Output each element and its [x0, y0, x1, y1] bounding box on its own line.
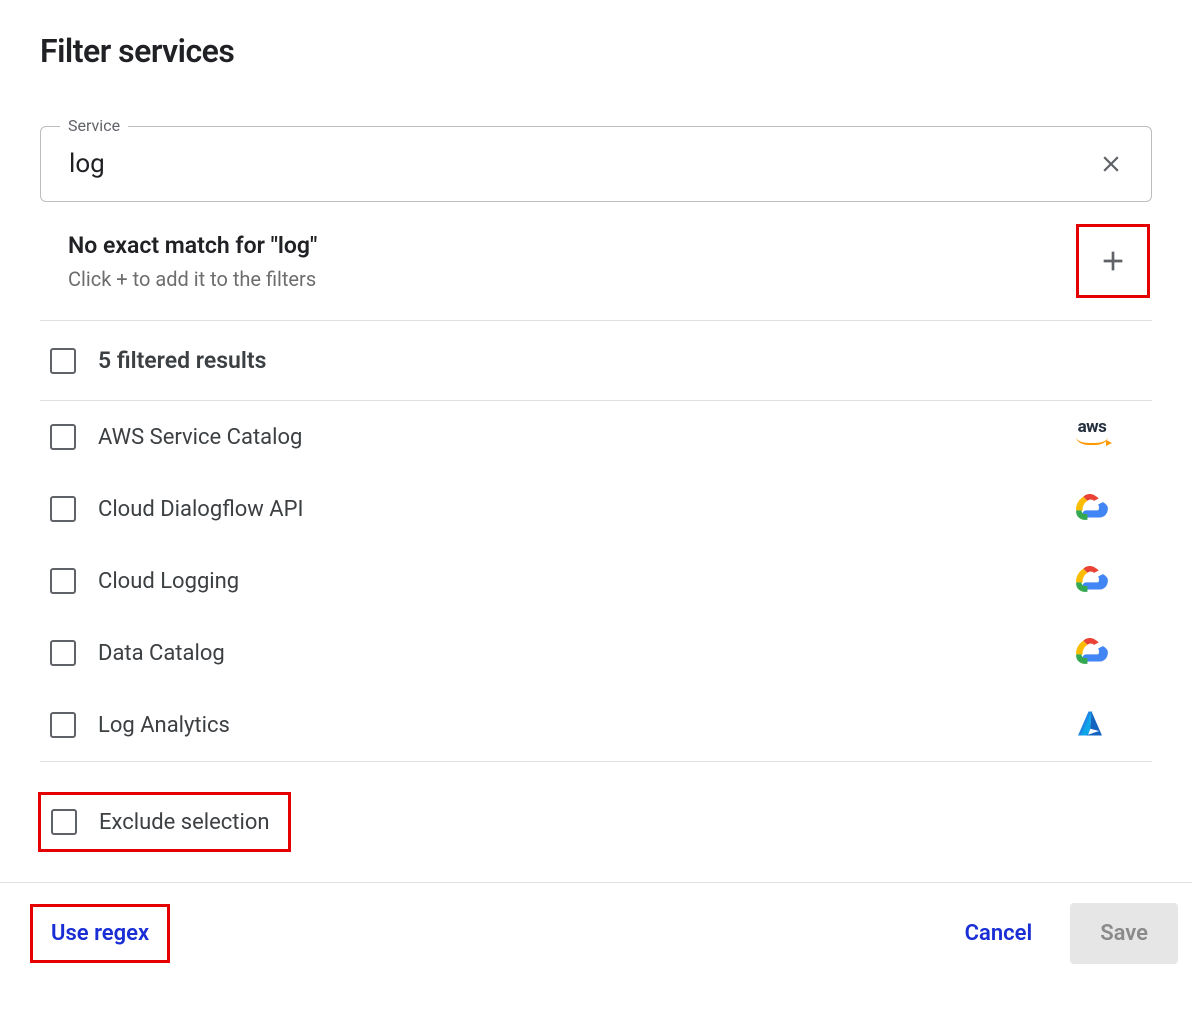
use-regex-button[interactable]: Use regex [30, 904, 170, 963]
result-checkbox[interactable] [50, 496, 76, 522]
google-cloud-icon [1072, 635, 1110, 669]
footer-right: Cancel Save [957, 903, 1178, 964]
result-label: Log Analytics [98, 713, 1072, 738]
result-label: Cloud Dialogflow API [98, 497, 1072, 522]
result-checkbox[interactable] [50, 640, 76, 666]
result-checkbox[interactable] [50, 712, 76, 738]
result-row[interactable]: Data Catalog [40, 617, 1152, 689]
provider-icon [1072, 563, 1112, 599]
add-filter-button[interactable] [1076, 224, 1150, 298]
exclude-selection-row[interactable]: Exclude selection [38, 792, 291, 852]
plus-icon [1097, 245, 1129, 277]
filtered-results-count: 5 filtered results [98, 347, 1140, 374]
filter-services-dialog: Filter services Service No exact match f… [0, 0, 1192, 852]
result-row[interactable]: Cloud Dialogflow API [40, 473, 1152, 545]
azure-icon [1072, 707, 1108, 743]
no-match-headline: No exact match for "log" [68, 232, 317, 259]
service-input-wrapper: Service [40, 126, 1152, 202]
cancel-button[interactable]: Cancel [957, 909, 1041, 958]
exclude-selection-checkbox[interactable] [51, 809, 77, 835]
result-row[interactable]: AWS Service Catalogaws [40, 401, 1152, 473]
dialog-footer: Use regex Cancel Save [0, 882, 1192, 984]
service-input-label: Service [60, 116, 128, 135]
select-all-checkbox[interactable] [50, 348, 76, 374]
dialog-title: Filter services [40, 32, 1152, 70]
result-checkbox[interactable] [50, 424, 76, 450]
provider-icon [1072, 491, 1112, 527]
result-row[interactable]: Log Analytics [40, 689, 1152, 761]
select-all-row[interactable]: 5 filtered results [40, 321, 1152, 401]
provider-icon [1072, 635, 1112, 671]
result-label: AWS Service Catalog [98, 425, 1072, 450]
result-label: Cloud Logging [98, 569, 1072, 594]
result-checkbox[interactable] [50, 568, 76, 594]
result-label: Data Catalog [98, 641, 1072, 666]
no-match-text: No exact match for "log" Click + to add … [68, 232, 317, 291]
result-row[interactable]: Cloud Logging [40, 545, 1152, 617]
no-match-row: No exact match for "log" Click + to add … [40, 202, 1152, 321]
close-icon [1098, 151, 1124, 177]
no-match-sub: Click + to add it to the filters [68, 267, 317, 291]
provider-icon: aws [1072, 419, 1112, 455]
exclude-selection-label: Exclude selection [99, 810, 270, 835]
google-cloud-icon [1072, 491, 1110, 525]
aws-icon: aws [1072, 419, 1112, 445]
clear-input-button[interactable] [1092, 145, 1130, 183]
save-button[interactable]: Save [1070, 903, 1178, 964]
results-list: AWS Service Catalogaws Cloud Dialogflow A… [40, 401, 1152, 762]
google-cloud-icon [1072, 563, 1110, 597]
provider-icon [1072, 707, 1112, 743]
service-input[interactable] [40, 126, 1152, 202]
